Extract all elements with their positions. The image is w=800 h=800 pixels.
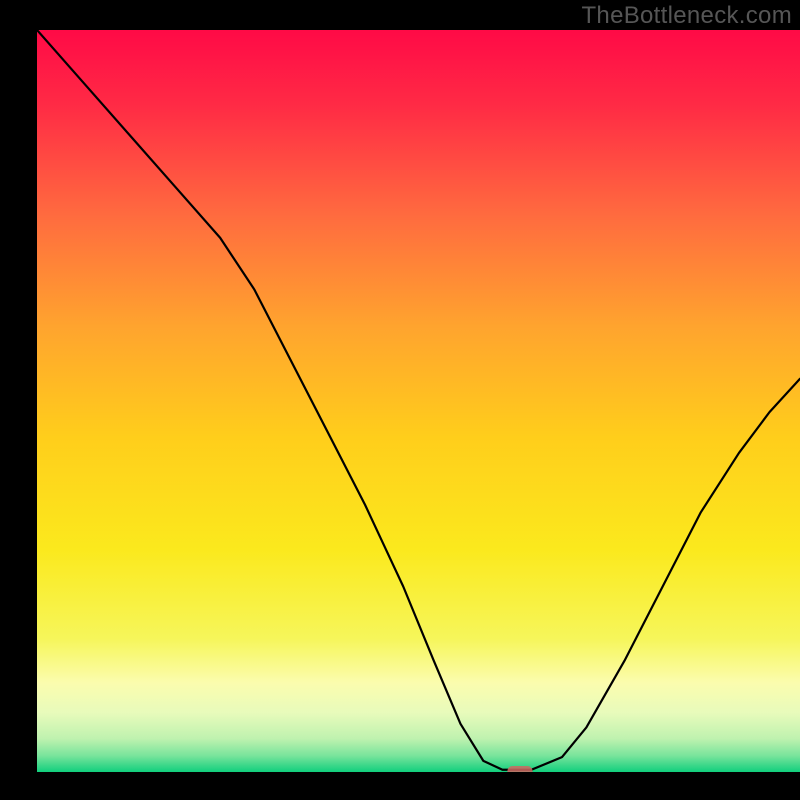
chart-frame: TheBottleneck.com <box>0 0 800 800</box>
watermark-text: TheBottleneck.com <box>581 2 792 30</box>
plot-svg <box>37 30 800 772</box>
bottleneck-plot <box>37 30 800 772</box>
selected-marker <box>507 766 532 772</box>
gradient-background <box>37 30 800 772</box>
